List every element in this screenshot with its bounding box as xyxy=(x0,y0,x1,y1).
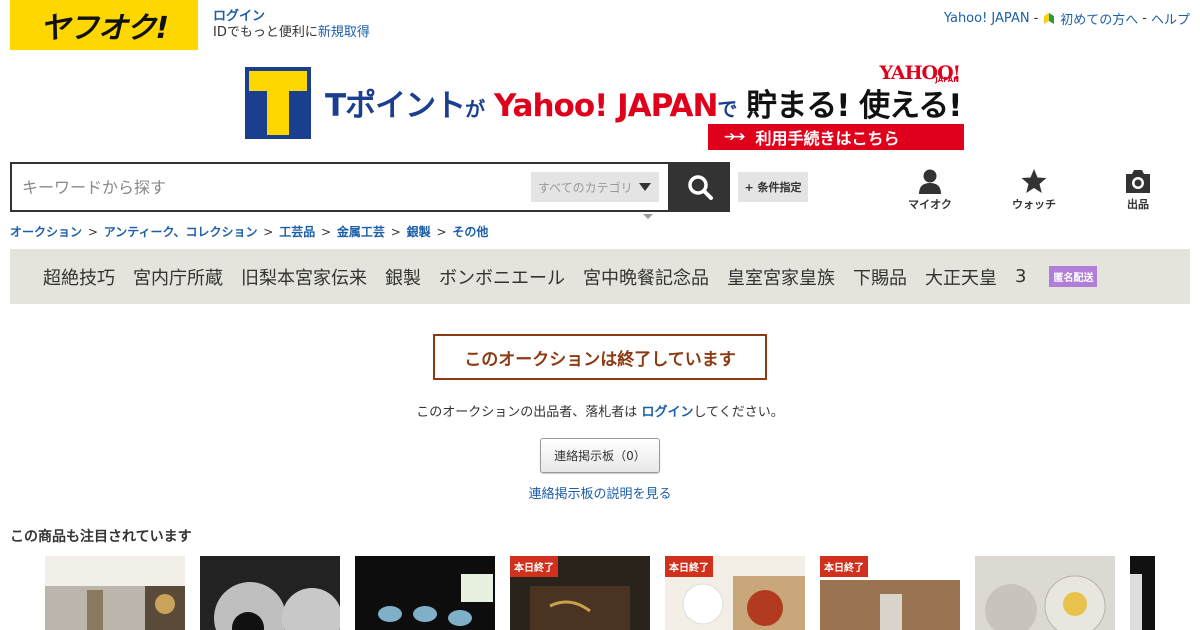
related-tags: 超絶技巧 宮内庁所蔵 旧梨本宮家伝来 銀製 ボンボニエール 宮中晩餐記念品 皇室… xyxy=(10,249,1190,304)
first-time-link[interactable]: 初めての方へ xyxy=(1060,9,1138,28)
product-image xyxy=(975,556,1115,630)
ended-desc-text: このオークションの出品者、落札者は xyxy=(416,405,638,420)
breadcrumb-item[interactable]: アンティーク、コレクション xyxy=(104,225,258,239)
tag-item[interactable]: 旧梨本宮家伝来 xyxy=(241,264,367,290)
star-icon xyxy=(1021,169,1047,193)
tpoint-banner[interactable]: Tポイントが Yahoo! JAPANで 貯まる! 使える! YAHOO! JA… xyxy=(245,62,965,152)
yahuoku-logo[interactable]: ヤフオク! xyxy=(10,0,198,50)
register-link[interactable]: 新規取得 xyxy=(318,25,370,40)
recommended-title: この商品も注目されています xyxy=(10,529,192,545)
camera-icon xyxy=(1126,170,1150,193)
banner-cta-label: 利用手続きはこちら xyxy=(755,129,900,148)
yahoo-japan-logo-sub: JAPAN xyxy=(935,76,959,84)
breadcrumb-sep: > xyxy=(321,225,332,239)
conditions-button[interactable]: + 条件指定 xyxy=(738,172,808,202)
tpoint-logo-icon xyxy=(245,67,311,139)
product-thumbnail[interactable] xyxy=(200,556,340,630)
search-input[interactable] xyxy=(22,164,522,210)
message-board-help-link[interactable]: 連絡掲示板の説明を見る xyxy=(0,483,1200,502)
breadcrumb-item[interactable]: 金属工芸 xyxy=(337,225,385,239)
product-thumbnail[interactable] xyxy=(355,556,495,630)
tag-item[interactable]: 下賜品 xyxy=(853,264,907,290)
login-link[interactable]: ログイン xyxy=(213,9,265,24)
myauction-label: マイオク xyxy=(908,198,952,211)
tag-item[interactable]: 銀製 xyxy=(385,264,421,290)
product-thumbnail[interactable]: 本日終了 xyxy=(510,556,650,630)
product-thumbnail[interactable]: 本日終了 xyxy=(665,556,805,630)
breadcrumb-item[interactable]: 銀製 xyxy=(407,225,431,239)
breadcrumb-sep: > xyxy=(436,225,447,239)
breadcrumb-item[interactable]: その他 xyxy=(452,225,488,239)
product-thumbnail[interactable]: 本日終了 xyxy=(820,556,960,630)
ended-desc-text-after: してください。 xyxy=(693,405,784,420)
double-arrow-icon: ➔➔ xyxy=(724,129,746,145)
breadcrumb: オークション > アンティーク、コレクション > 工芸品 > 金属工芸 > 銀製… xyxy=(10,223,488,240)
banner-headline: Tポイントが Yahoo! JAPANで 貯まる! 使える! xyxy=(325,80,962,125)
breadcrumb-sep: > xyxy=(263,225,274,239)
top-link-sep: - xyxy=(1033,11,1039,26)
beginner-mark-icon xyxy=(1044,12,1055,24)
auction-ended-notice: このオークションは終了しています xyxy=(433,334,767,380)
product-image xyxy=(45,556,185,630)
product-thumbnail[interactable] xyxy=(45,556,185,630)
product-thumbnail[interactable] xyxy=(975,556,1115,630)
banner-particle-de: で xyxy=(717,97,737,121)
caret-down-icon xyxy=(639,183,651,191)
banner-particle-ga: が xyxy=(465,97,485,121)
search-box: すべてのカテゴリ xyxy=(10,162,670,212)
logo-text: ヤフオク! xyxy=(39,11,169,46)
product-image xyxy=(1130,556,1155,630)
tag-item[interactable]: 宮中晩餐記念品 xyxy=(583,264,709,290)
banner-slogan: 貯まる! 使える! xyxy=(746,88,962,124)
banner-cta[interactable]: ➔➔ 利用手続きはこちら xyxy=(708,124,964,150)
myauction-nav[interactable]: マイオク xyxy=(900,168,960,212)
category-select-value: すべてのカテゴリ xyxy=(538,180,633,195)
yahoo-japan-link[interactable]: Yahoo! JAPAN xyxy=(944,11,1030,26)
sell-nav[interactable]: 出品 xyxy=(1108,168,1168,212)
breadcrumb-sep: > xyxy=(390,225,401,239)
sell-label: 出品 xyxy=(1127,198,1149,211)
product-image xyxy=(355,556,495,630)
ended-login-link[interactable]: ログイン xyxy=(641,405,693,420)
expand-caret-icon[interactable] xyxy=(643,214,653,219)
product-image xyxy=(200,556,340,630)
breadcrumb-item[interactable]: オークション xyxy=(10,225,82,239)
product-thumbnail[interactable] xyxy=(1130,556,1155,630)
watch-nav[interactable]: ウォッチ xyxy=(1004,168,1064,212)
top-links: Yahoo! JAPAN - 初めての方へ - ヘルプ xyxy=(944,9,1190,28)
login-box: ログイン IDでもっと便利に新規取得 xyxy=(213,9,370,41)
top-link-sep: - xyxy=(1142,11,1147,26)
tag-item[interactable]: 3 xyxy=(1015,266,1026,287)
tag-item[interactable]: 宮内庁所蔵 xyxy=(133,264,223,290)
tag-item[interactable]: 超絶技巧 xyxy=(43,264,115,290)
ending-today-badge: 本日終了 xyxy=(820,556,868,577)
banner-tpoint: Tポイント xyxy=(325,88,466,124)
message-board-button[interactable]: 連絡掲示板（0） xyxy=(540,438,660,473)
tag-item[interactable]: ボンボニエール xyxy=(439,264,565,290)
person-icon xyxy=(919,169,941,194)
breadcrumb-item[interactable]: 工芸品 xyxy=(279,225,315,239)
category-select[interactable]: すべてのカテゴリ xyxy=(531,172,659,202)
breadcrumb-sep: > xyxy=(87,225,98,239)
ending-today-badge: 本日終了 xyxy=(665,556,713,577)
search-button[interactable] xyxy=(669,162,730,212)
search-icon xyxy=(687,175,713,200)
ending-today-badge: 本日終了 xyxy=(510,556,558,577)
auction-ended-desc: このオークションの出品者、落札者は ログインしてください。 xyxy=(0,401,1200,420)
tag-item[interactable]: 大正天皇 xyxy=(925,264,997,290)
login-desc: IDでもっと便利に xyxy=(213,25,318,40)
anonymous-shipping-badge: 匿名配送 xyxy=(1049,266,1098,287)
tag-item[interactable]: 皇室宮家皇族 xyxy=(727,264,835,290)
watch-label: ウォッチ xyxy=(1012,198,1056,211)
banner-yahoo: Yahoo! JAPAN xyxy=(493,88,718,124)
help-link[interactable]: ヘルプ xyxy=(1151,9,1190,28)
